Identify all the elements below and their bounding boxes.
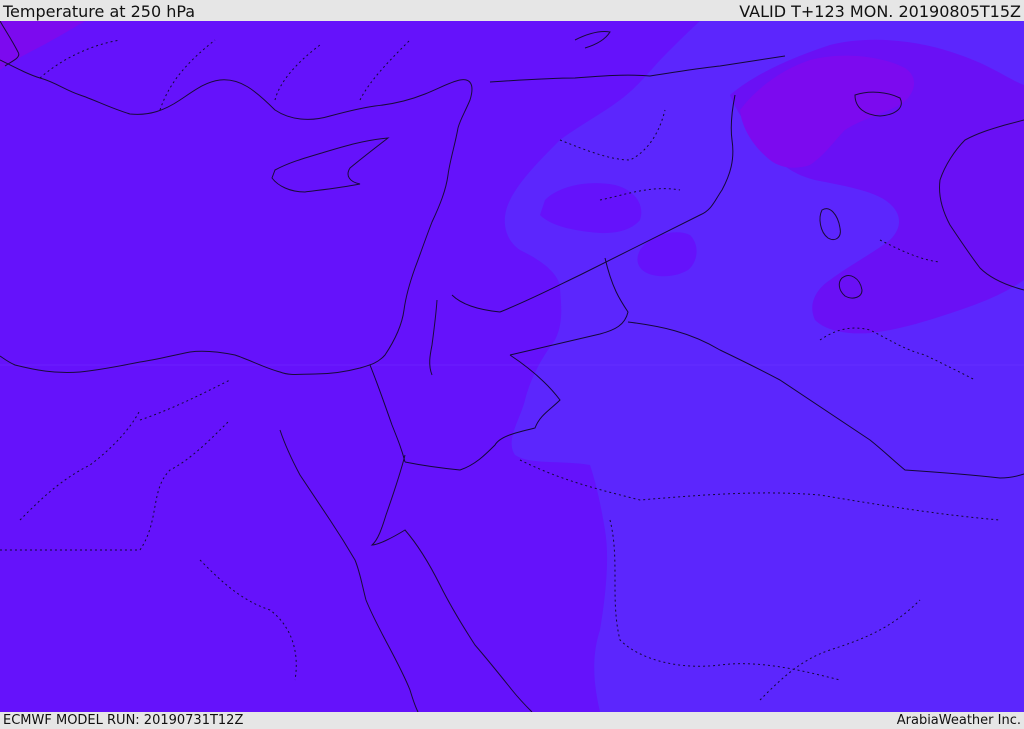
valid-time-label: VALID T+123 MON. 20190805T15Z xyxy=(739,2,1021,21)
map-title: Temperature at 250 hPa xyxy=(3,2,196,21)
credit-label: ArabiaWeather Inc. xyxy=(896,713,1021,728)
model-run-label: ECMWF MODEL RUN: 20190731T12Z xyxy=(3,713,244,728)
temperature-map[interactable] xyxy=(0,21,1024,712)
footer-bar: ECMWF MODEL RUN: 20190731T12Z ArabiaWeat… xyxy=(0,712,1024,729)
weather-map-screen: Temperature at 250 hPa VALID T+123 MON. … xyxy=(0,0,1024,729)
header-bar: Temperature at 250 hPa VALID T+123 MON. … xyxy=(0,0,1024,21)
